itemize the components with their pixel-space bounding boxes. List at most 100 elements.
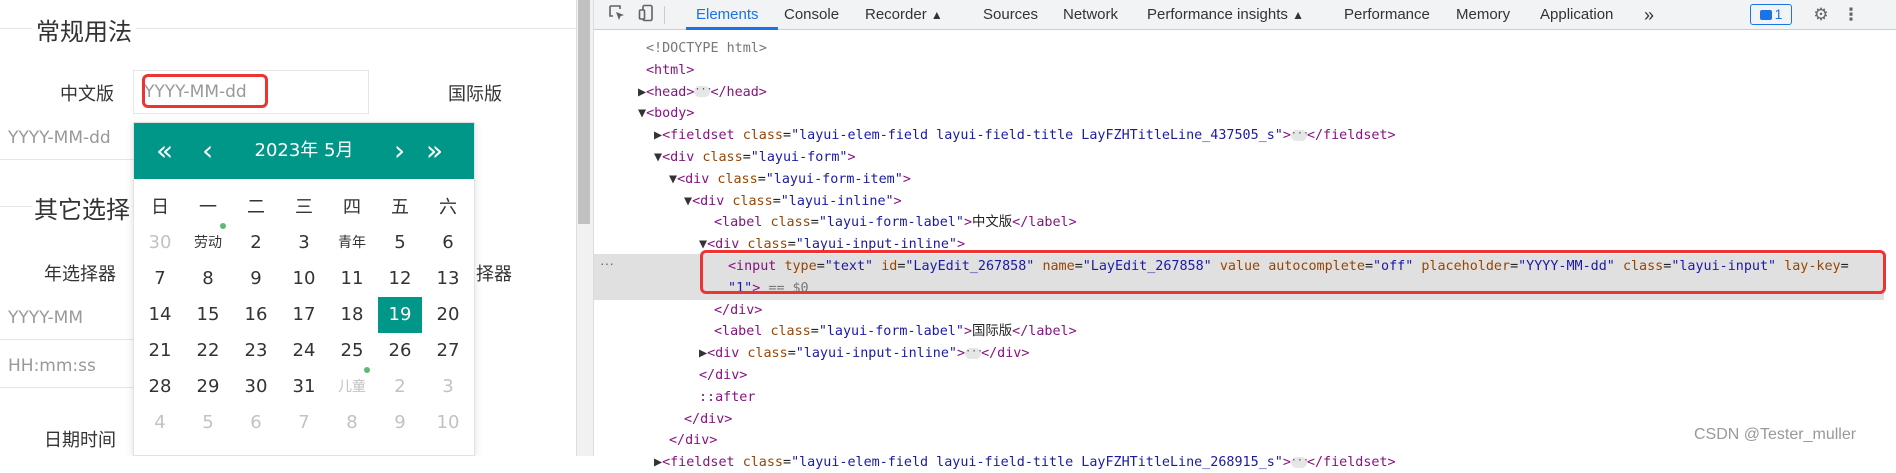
dom-tree-line[interactable]: </div> — [684, 409, 732, 430]
calendar-day[interactable]: 13 — [426, 261, 470, 297]
calendar-day[interactable]: 10 — [426, 405, 470, 441]
expand-triangle-closed-icon[interactable]: ▶ — [654, 455, 662, 470]
date-input-second[interactable]: YYYY-MM-dd — [0, 116, 133, 160]
settings-gear-icon[interactable]: ⚙ — [1810, 4, 1832, 26]
tab-console[interactable]: Console — [784, 0, 839, 30]
year-input[interactable]: YYYY-MM — [0, 296, 133, 340]
calendar-day[interactable]: 25 — [330, 333, 374, 369]
calendar-day[interactable]: 2 — [234, 225, 278, 261]
calendar-day[interactable]: 8 — [330, 405, 374, 441]
collapsed-ellipsis[interactable]: ··· — [1290, 455, 1309, 468]
inspect-element-icon[interactable] — [606, 4, 628, 26]
flask-icon: ▲ — [1292, 8, 1304, 22]
dom-tree-line[interactable]: ▶<fieldset class="layui-elem-field layui… — [654, 452, 1396, 473]
scrollbar-thumb[interactable] — [578, 0, 590, 224]
calendar-day[interactable]: 7 — [282, 405, 326, 441]
calendar-day[interactable]: 19 — [378, 297, 422, 333]
tab-memory[interactable]: Memory — [1456, 0, 1510, 30]
expand-triangle-closed-icon[interactable]: ▶ — [638, 85, 646, 100]
expand-triangle-closed-icon[interactable]: ▶ — [654, 128, 662, 143]
calendar-title[interactable]: 2023年 5月 — [134, 123, 474, 179]
calendar-day[interactable]: 5 — [186, 405, 230, 441]
calendar-day[interactable]: 6 — [426, 225, 470, 261]
tab-application[interactable]: Application — [1540, 0, 1613, 30]
calendar-day[interactable]: 3 — [282, 225, 326, 261]
calendar-day[interactable]: 5 — [378, 225, 422, 261]
dom-tree-line[interactable]: </div> — [699, 365, 747, 386]
label-picker-partial: 择器 — [476, 264, 512, 285]
calendar-day[interactable]: 3 — [426, 369, 470, 405]
dom-tree-line[interactable]: ▶<div class="layui-input-inline">···</di… — [699, 343, 1029, 364]
calendar-day[interactable]: 2 — [378, 369, 422, 405]
node-actions-ellipsis[interactable]: ··· — [600, 255, 614, 271]
calendar-day[interactable]: 9 — [234, 261, 278, 297]
calendar-day[interactable]: 12 — [378, 261, 422, 297]
calendar-day[interactable]: 4 — [138, 405, 182, 441]
more-options-icon[interactable]: ⋮ — [1840, 4, 1862, 26]
device-toolbar-icon[interactable] — [636, 4, 658, 26]
calendar-day[interactable]: 23 — [234, 333, 278, 369]
tab-performance-insights[interactable]: Performance insights ▲ — [1147, 0, 1304, 30]
calendar-day[interactable]: 22 — [186, 333, 230, 369]
expand-triangle-open-icon[interactable]: ▼ — [654, 150, 662, 165]
calendar-day[interactable]: 21 — [138, 333, 182, 369]
calendar-day[interactable]: 31 — [282, 369, 326, 405]
dom-tree-line[interactable]: ::after — [699, 387, 755, 408]
dom-tree-line[interactable]: <html> — [646, 60, 694, 81]
dom-tree-line[interactable]: ▼<div class="layui-form-item"> — [669, 169, 911, 190]
more-tabs-button[interactable]: » — [1644, 0, 1654, 30]
next-month-button[interactable]: › — [394, 123, 405, 179]
next-year-button[interactable]: » — [426, 123, 443, 179]
holiday-dot — [220, 223, 226, 229]
collapsed-ellipsis[interactable]: ··· — [1290, 128, 1309, 141]
calendar-day[interactable]: 6 — [234, 405, 278, 441]
calendar-day[interactable]: 14 — [138, 297, 182, 333]
calendar-day[interactable]: 20 — [426, 297, 470, 333]
dom-tree-line[interactable]: <label class="layui-form-label">国际版</lab… — [714, 321, 1077, 342]
calendar-day[interactable]: 17 — [282, 297, 326, 333]
calendar-day[interactable]: 18 — [330, 297, 374, 333]
calendar-day[interactable]: 24 — [282, 333, 326, 369]
expand-triangle-open-icon[interactable]: ▼ — [669, 172, 677, 187]
dom-tree-line[interactable]: ▶<head>···</head> — [638, 82, 767, 103]
calendar-day[interactable]: 青年 — [330, 225, 374, 261]
calendar-day[interactable]: 28 — [138, 369, 182, 405]
calendar-day[interactable]: 8 — [186, 261, 230, 297]
calendar-day[interactable]: 26 — [378, 333, 422, 369]
calendar-day[interactable]: 10 — [282, 261, 326, 297]
expand-triangle-open-icon[interactable]: ▼ — [684, 194, 692, 209]
tab-recorder[interactable]: Recorder ▲ — [865, 0, 943, 30]
calendar-day[interactable]: 29 — [186, 369, 230, 405]
issues-badge[interactable]: 1 — [1750, 4, 1792, 25]
dom-tree-line[interactable]: <label class="layui-form-label">中文版</lab… — [714, 212, 1077, 233]
tab-performance[interactable]: Performance — [1344, 0, 1430, 30]
collapsed-ellipsis[interactable]: ··· — [694, 85, 713, 98]
expand-triangle-open-icon[interactable]: ▼ — [638, 106, 646, 121]
tag-token: > — [963, 215, 972, 231]
calendar-day[interactable]: 7 — [138, 261, 182, 297]
calendar-day[interactable]: 15 — [186, 297, 230, 333]
calendar-day[interactable]: 27 — [426, 333, 470, 369]
dom-tree-line[interactable]: ▼<body> — [638, 103, 694, 124]
calendar-day[interactable]: 儿童 — [330, 369, 374, 405]
dom-tree-line[interactable]: ▼<div class="layui-form"> — [654, 147, 856, 168]
tab-network[interactable]: Network — [1063, 0, 1118, 30]
calendar-day[interactable]: 11 — [330, 261, 374, 297]
time-input[interactable]: HH:mm:ss — [0, 344, 133, 388]
calendar-day[interactable]: 劳动 — [186, 225, 230, 261]
dom-tree-line[interactable]: ▶<fieldset class="layui-elem-field layui… — [654, 125, 1396, 146]
calendar-day[interactable]: 30 — [138, 225, 182, 261]
label-datetime: 日期时间 — [44, 430, 116, 451]
tab-elements[interactable]: Elements — [696, 0, 759, 30]
attr-name: class — [717, 171, 758, 187]
dom-tree-line[interactable]: </div> — [714, 300, 762, 321]
collapsed-ellipsis[interactable]: ··· — [965, 346, 983, 359]
dom-tree-line[interactable]: ▼<div class="layui-inline"> — [684, 191, 902, 212]
calendar-day[interactable]: 30 — [234, 369, 278, 405]
calendar-day[interactable]: 9 — [378, 405, 422, 441]
calendar-day[interactable]: 16 — [234, 297, 278, 333]
tab-sources[interactable]: Sources — [983, 0, 1038, 30]
dom-tree-line[interactable]: <!DOCTYPE html> — [646, 38, 767, 59]
dom-tree-line[interactable]: </div> — [669, 430, 717, 451]
expand-triangle-closed-icon[interactable]: ▶ — [699, 346, 707, 361]
